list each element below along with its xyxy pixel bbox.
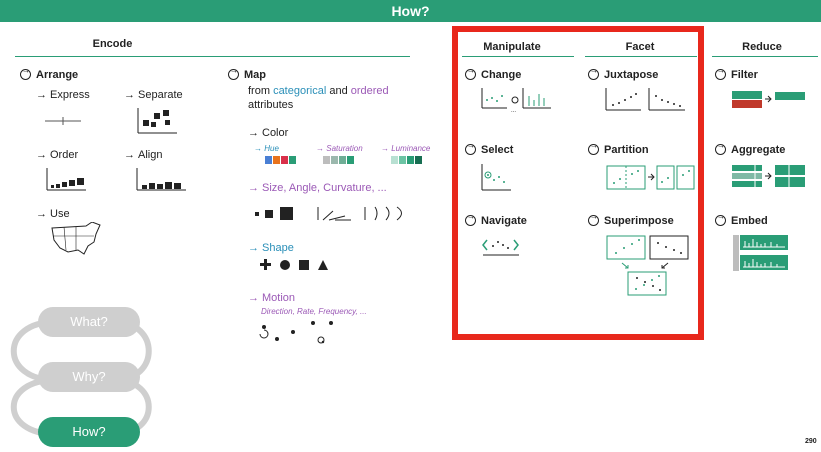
- ordered-text: ordered: [350, 85, 389, 97]
- size-label: Size, Angle, Curvature, ...: [262, 182, 387, 194]
- order-glyph: [46, 168, 86, 191]
- shape-label: Shape: [262, 242, 294, 254]
- order-item: → Order: [36, 149, 79, 161]
- reduce-header: Reduce: [742, 41, 782, 53]
- page-number: 290: [805, 438, 817, 445]
- separate-item: → Separate: [124, 89, 183, 101]
- size-glyphs: [255, 206, 402, 221]
- nav-what-button[interactable]: What?: [38, 307, 140, 337]
- arrow-circle-icon: [228, 66, 239, 80]
- express-glyph: [45, 117, 81, 125]
- express-item: → Express: [36, 89, 90, 101]
- header-banner: How?: [0, 0, 821, 22]
- motion-sub-label: Direction, Rate, Frequency, ...: [261, 307, 367, 316]
- embed-glyph: [733, 235, 788, 271]
- encode-header: Encode: [92, 38, 133, 50]
- shape-item: → Shape: [248, 242, 294, 254]
- highlight-frame: [452, 26, 704, 340]
- encode-rule: [15, 56, 410, 57]
- map-label: Map: [244, 69, 266, 81]
- size-item: → Size, Angle, Curvature, ...: [248, 182, 387, 194]
- motion-label: Motion: [262, 292, 296, 304]
- filter-item: Filter: [715, 66, 758, 81]
- color-label: Color: [262, 127, 289, 139]
- filter-label: Filter: [731, 69, 758, 81]
- nav-how-button[interactable]: How?: [38, 417, 140, 447]
- categorical-text: categorical: [273, 85, 327, 97]
- separate-glyph: [137, 108, 177, 134]
- arrow-circle-icon: [715, 141, 726, 155]
- hue-label: → Hue: [254, 144, 279, 153]
- embed-item: Embed: [715, 212, 768, 227]
- saturation-label: → Saturation: [316, 144, 363, 153]
- motion-item: → Motion: [248, 292, 296, 304]
- arrow-circle-icon: [715, 212, 726, 226]
- use-item: → Use: [36, 208, 70, 220]
- use-label: Use: [50, 208, 70, 220]
- arrow-circle-icon: [20, 66, 31, 80]
- order-label: Order: [50, 149, 79, 161]
- separate-label: Separate: [138, 89, 183, 101]
- aggregate-label: Aggregate: [731, 144, 786, 156]
- nav-why-button[interactable]: Why?: [38, 362, 140, 392]
- reduce-rule: [712, 56, 818, 57]
- map-description: from categorical and ordered attributes: [248, 85, 389, 111]
- motion-glyphs: [259, 321, 333, 344]
- luminance-label: → Luminance: [381, 144, 431, 153]
- embed-label: Embed: [731, 215, 768, 227]
- shape-glyphs: [260, 259, 328, 270]
- express-label: Express: [50, 89, 90, 101]
- aggregate-item: Aggregate: [715, 141, 786, 156]
- color-item: → Color: [248, 127, 289, 139]
- color-swatches: [265, 156, 422, 164]
- align-glyph: [136, 168, 186, 191]
- arrange-item: Arrange: [20, 66, 79, 81]
- aggregate-glyph: [732, 164, 805, 188]
- arrange-label: Arrange: [36, 69, 79, 81]
- filter-glyph: [732, 91, 805, 108]
- us-map-icon: [51, 222, 101, 255]
- align-label: Align: [138, 149, 163, 161]
- align-item: → Align: [124, 149, 163, 161]
- arrow-circle-icon: [715, 66, 726, 80]
- map-item: Map: [228, 66, 266, 81]
